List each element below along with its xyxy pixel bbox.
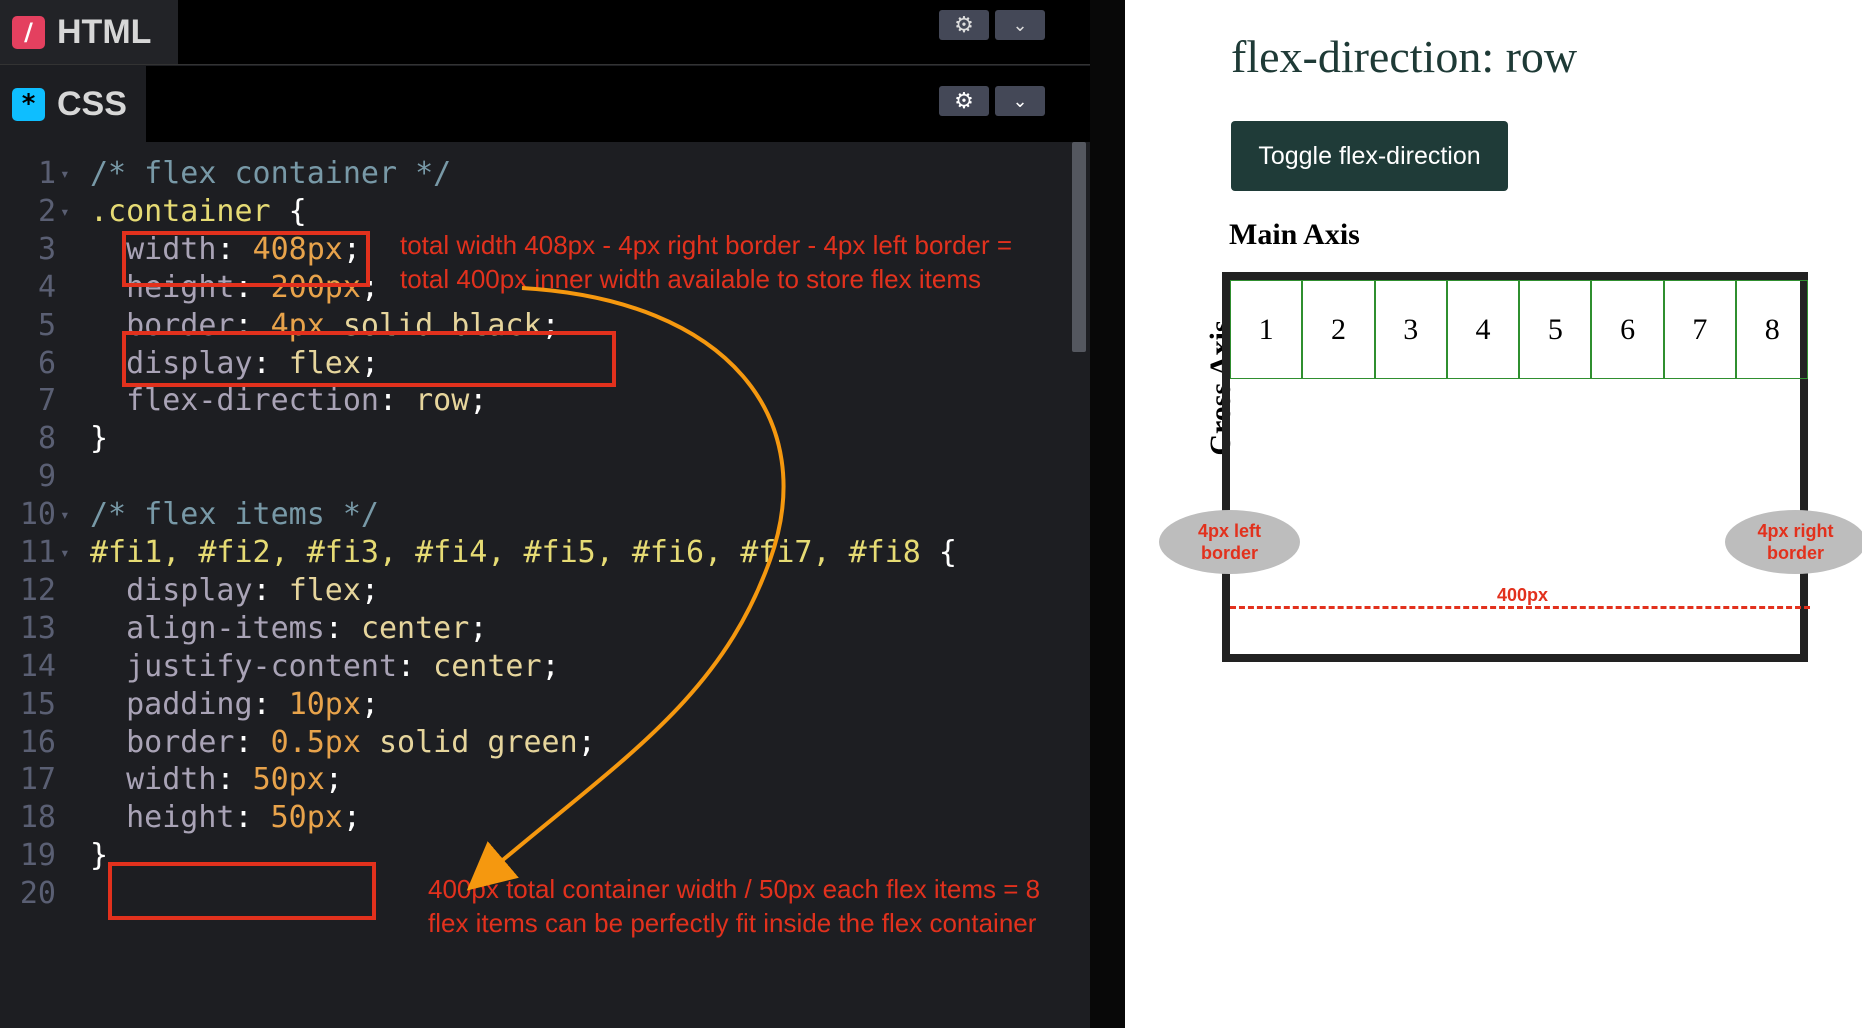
flex-item: 8 [1736,280,1809,379]
right-border-label: 4px right border [1725,510,1862,574]
left-border-label-text: 4px left border [1197,521,1262,563]
main-axis-label: Main Axis [1229,218,1360,251]
pane-divider[interactable] [1090,0,1125,1028]
flex-item: 5 [1519,280,1592,379]
right-border-label-text: 4px right border [1757,521,1834,563]
inner-width-dashed-line [1230,606,1810,609]
flex-items-row: 1 2 3 4 5 6 7 8 [1230,280,1809,379]
flex-item: 1 [1230,280,1303,379]
preview-pane: flex-direction: row Toggle flex-directio… [1125,0,1862,1028]
flex-item: 2 [1302,280,1375,379]
page-title: flex-direction: row [1231,31,1578,82]
flex-item: 3 [1374,280,1447,379]
flex-item: 6 [1591,280,1664,379]
flex-item: 7 [1663,280,1737,379]
code-editor: / HTML ⚙ ⌄ * CSS ⚙ ⌄ 1 ▾/* flex container… [0,0,1090,1028]
flex-item: 4 [1446,280,1520,379]
annotation-arrow [466,286,786,891]
toggle-flex-direction-button[interactable]: Toggle flex-direction [1231,121,1508,191]
left-border-label: 4px left border [1159,510,1300,574]
inner-width-label: 400px [1497,585,1549,605]
